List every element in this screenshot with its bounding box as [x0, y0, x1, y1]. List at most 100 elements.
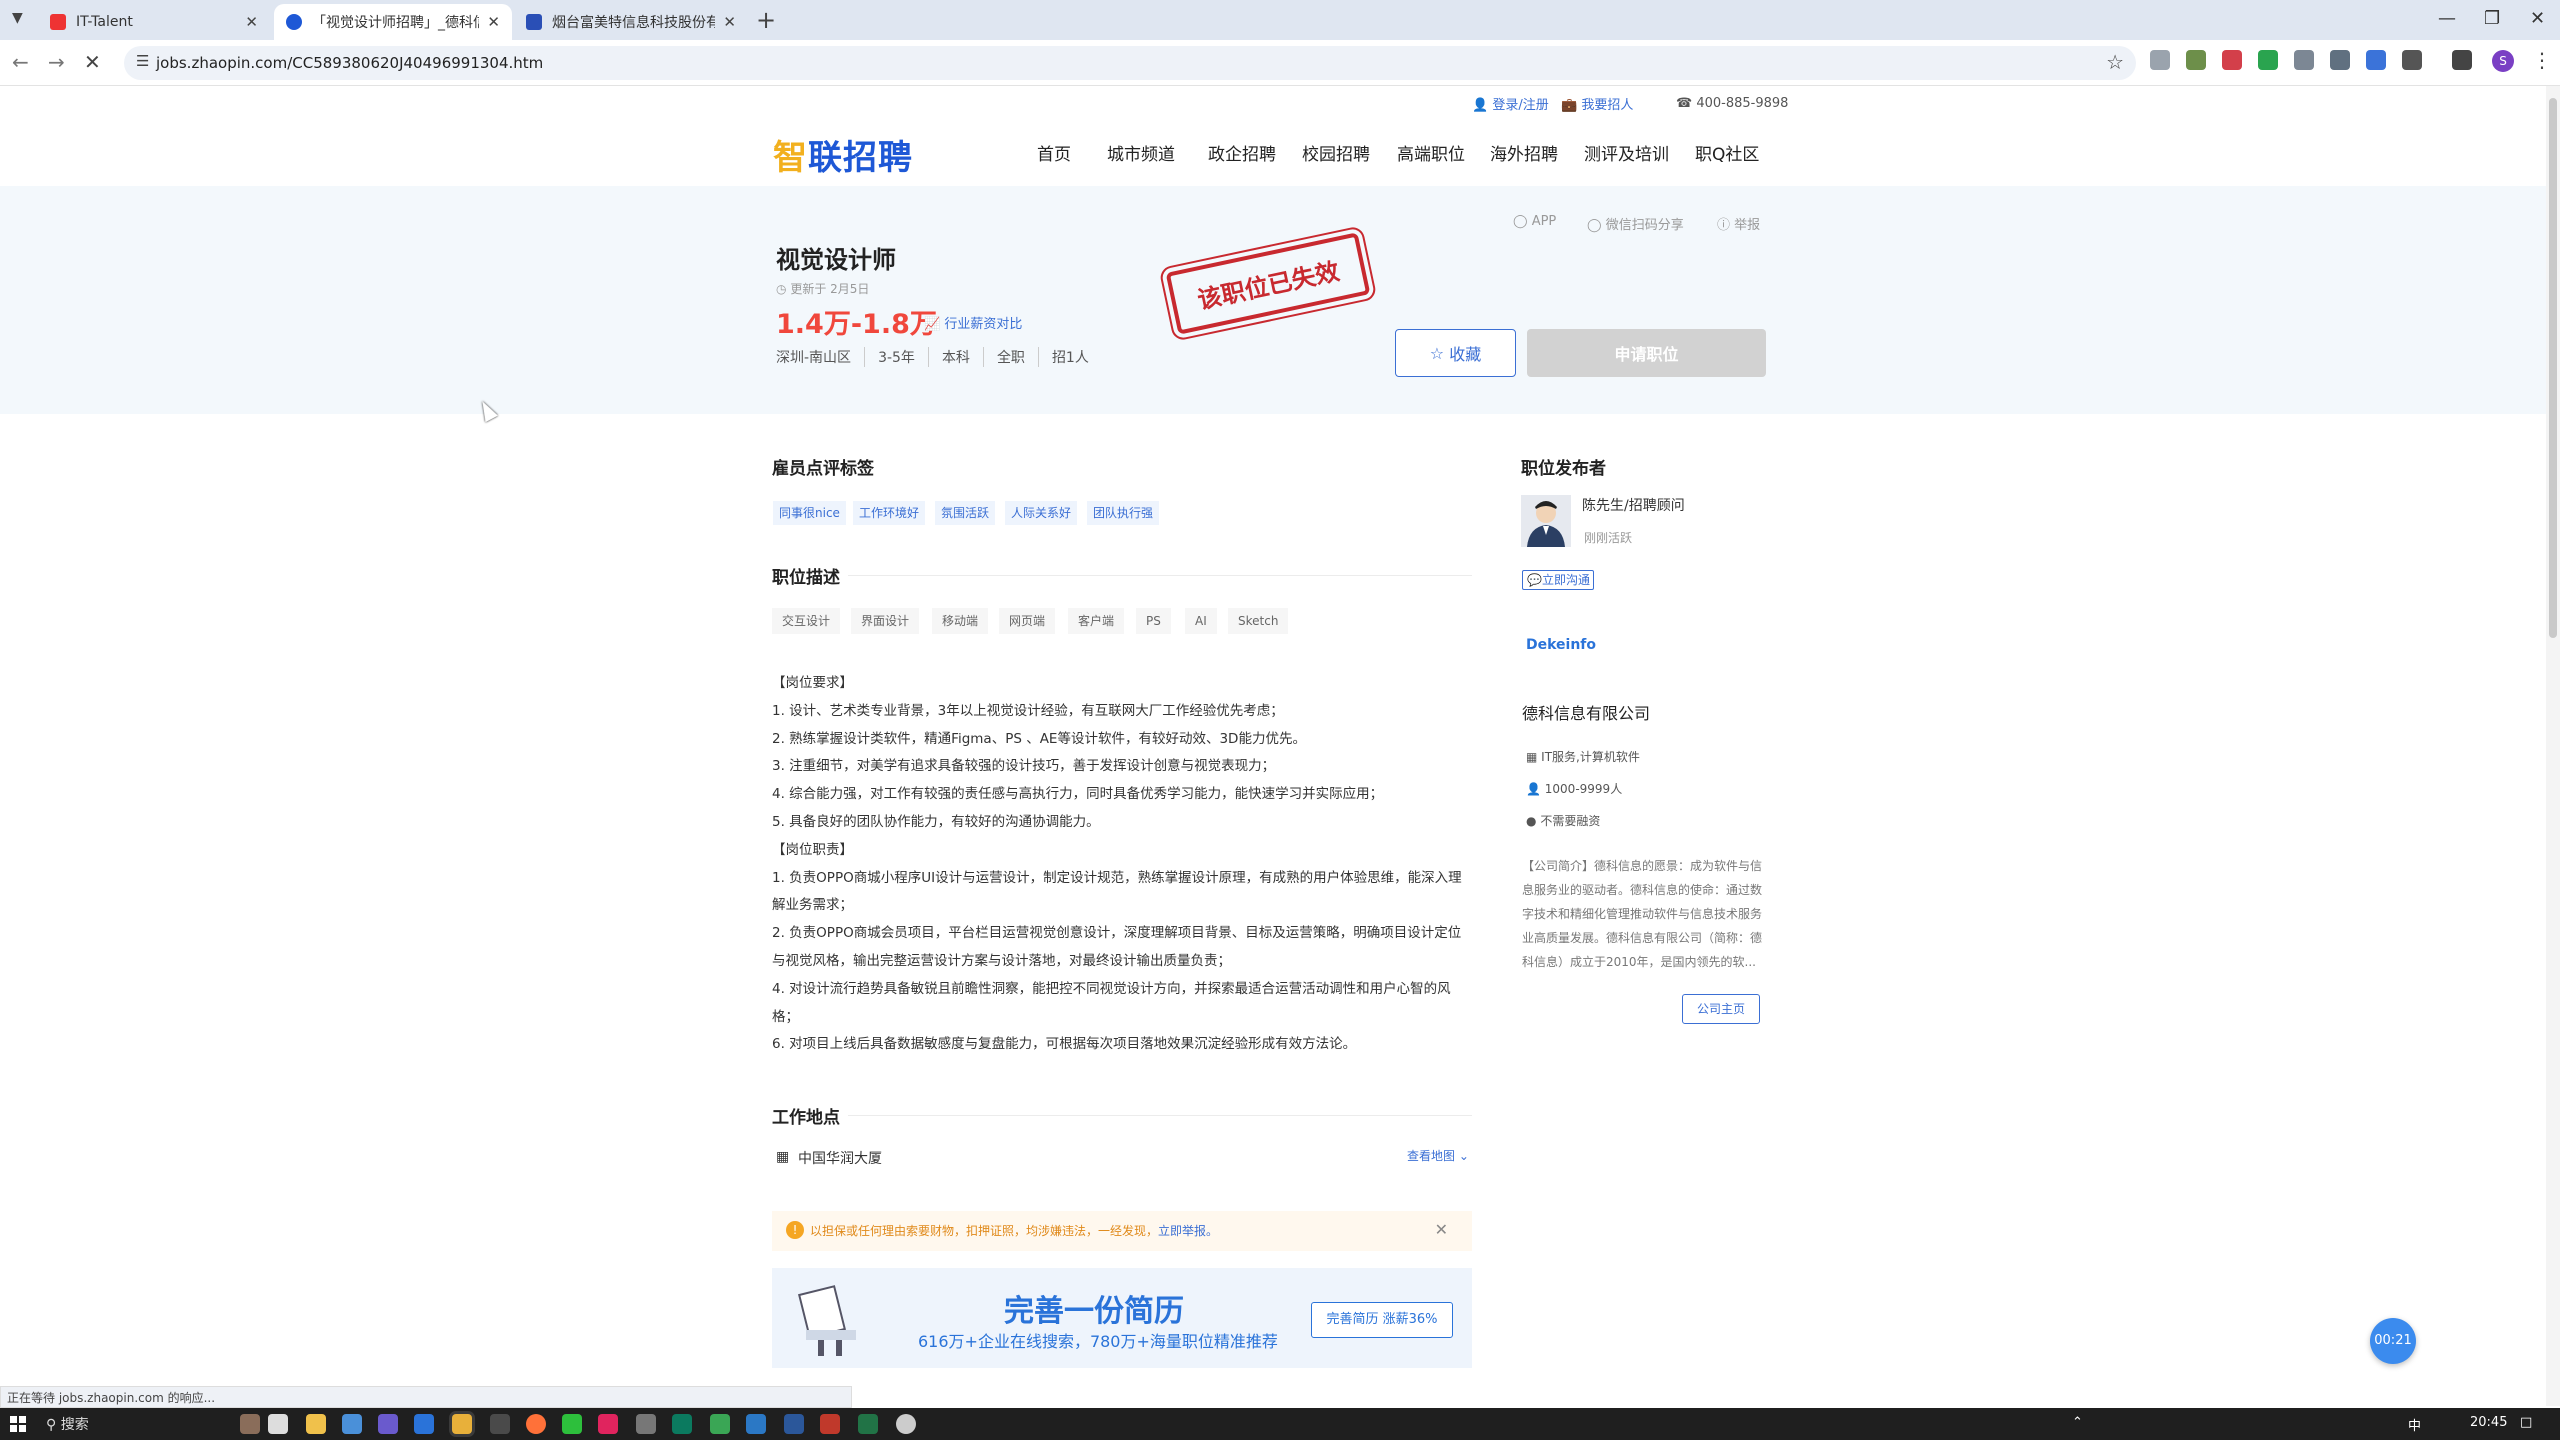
- taskbar-app-icon[interactable]: [378, 1414, 398, 1434]
- nav-senior[interactable]: 高端职位: [1397, 140, 1465, 165]
- taskbar-app-icon[interactable]: [598, 1414, 618, 1434]
- ime-indicator[interactable]: 中: [2408, 1415, 2421, 1434]
- nav-city[interactable]: 城市频道: [1107, 140, 1175, 165]
- taskbar-app-icon[interactable]: [820, 1414, 840, 1434]
- scrollbar-thumb[interactable]: [2549, 98, 2557, 638]
- company-name[interactable]: 德科信息有限公司: [1522, 700, 1650, 724]
- wechat-share-link[interactable]: ◯ 微信扫码分享: [1587, 214, 1684, 233]
- company-logo[interactable]: Dekeinfo: [1526, 637, 1596, 653]
- forward-icon[interactable]: →: [48, 50, 65, 74]
- close-warning-icon[interactable]: ✕: [1435, 1220, 1448, 1239]
- skill-tag: PS: [1136, 608, 1171, 634]
- close-window-icon[interactable]: ✕: [2530, 8, 2545, 29]
- file-explorer-icon[interactable]: [306, 1414, 326, 1434]
- app-label: APP: [1531, 214, 1557, 229]
- skill-tag: Sketch: [1228, 608, 1289, 634]
- view-map-link[interactable]: 查看地图 ⌄: [1407, 1147, 1469, 1164]
- taskbar-app-icon[interactable]: [342, 1414, 362, 1434]
- skill-tag: 界面设计: [851, 608, 920, 634]
- favorite-button[interactable]: ☆ 收藏: [1395, 329, 1516, 377]
- tab-search-icon[interactable]: ▼: [12, 10, 23, 26]
- shield-extension-icon[interactable]: [2222, 50, 2242, 70]
- compare-label: 行业薪资对比: [944, 317, 1023, 332]
- settings-gear-icon[interactable]: [490, 1414, 510, 1434]
- address-bar: ← → ✕ ☰ jobs.zhaopin.com/CC589380620J404…: [0, 40, 2560, 86]
- tray-expand-icon[interactable]: ⌃: [2072, 1415, 2083, 1430]
- close-tab-icon[interactable]: ✕: [723, 13, 736, 31]
- desc-line: 4. 综合能力强，对工作有较强的责任感与高执行力，同时具备优秀学习能力，能快速学…: [772, 786, 1384, 803]
- recruiter-section-title: 职位发布者: [1521, 459, 1606, 479]
- bookmark-star-icon[interactable]: ☆: [2106, 50, 2124, 74]
- wechat-icon[interactable]: [562, 1414, 582, 1434]
- green-extension-icon[interactable]: [2258, 50, 2278, 70]
- desc-line: 2. 负责OPPO商城会员项目，平台栏目运营视觉创意设计，深度理解项目背景、目标…: [772, 925, 1462, 969]
- nav-overseas[interactable]: 海外招聘: [1490, 140, 1558, 165]
- nav-gov[interactable]: 政企招聘: [1208, 140, 1276, 165]
- browser-tab-zhaopin[interactable]: 「视觉设计师招聘」_德科信息 ✕: [274, 4, 512, 40]
- nav-campus[interactable]: 校园招聘: [1302, 140, 1370, 165]
- work-address: 中国华润大厦: [798, 1151, 882, 1167]
- site-info-icon[interactable]: ☰: [136, 52, 149, 70]
- taskbar-app-icon[interactable]: [268, 1414, 288, 1434]
- browser-tab-it-talent[interactable]: IT-Talent ✕: [38, 4, 270, 40]
- back-icon[interactable]: ←: [12, 50, 29, 74]
- windows-start-icon[interactable]: [10, 1416, 26, 1432]
- taskbar-app-icon[interactable]: [672, 1414, 692, 1434]
- complete-resume-button[interactable]: 完善简历 涨薪36%: [1311, 1302, 1453, 1338]
- app-link[interactable]: ◯ APP: [1513, 214, 1556, 229]
- camera-extension-icon[interactable]: [2150, 50, 2170, 70]
- copy-extension-icon[interactable]: [2294, 50, 2314, 70]
- filter-extension-icon[interactable]: [2330, 50, 2350, 70]
- nav-home[interactable]: 首页: [1037, 140, 1071, 165]
- close-tab-icon[interactable]: ✕: [487, 13, 500, 31]
- image-extension-icon[interactable]: [2186, 50, 2206, 70]
- word-icon[interactable]: [784, 1414, 804, 1434]
- report-now-link[interactable]: 立即举报。: [1158, 1222, 1218, 1239]
- browser-menu-icon[interactable]: ⋮: [2532, 48, 2552, 72]
- extensions-puzzle-icon[interactable]: [2402, 50, 2422, 70]
- restore-icon[interactable]: ❐: [2484, 8, 2500, 29]
- report-link[interactable]: ⓘ 举报: [1717, 214, 1760, 233]
- phone-icon: ☎: [1676, 96, 1693, 111]
- stop-loading-icon[interactable]: ✕: [84, 50, 101, 74]
- description-title: 职位描述: [772, 568, 840, 588]
- chrome-icon[interactable]: [452, 1414, 472, 1434]
- company-homepage-button[interactable]: 公司主页: [1682, 994, 1760, 1024]
- new-tab-icon[interactable]: +: [756, 6, 776, 34]
- minimize-icon[interactable]: —: [2438, 8, 2456, 29]
- nav-training[interactable]: 测评及培训: [1584, 140, 1669, 165]
- side-panel-icon[interactable]: [2452, 50, 2472, 70]
- translate-extension-icon[interactable]: [2366, 50, 2386, 70]
- desc-line: 【岗位职责】: [772, 841, 853, 858]
- hire-link[interactable]: 💼 我要招人: [1561, 94, 1633, 113]
- taskbar-app-icon[interactable]: [710, 1414, 730, 1434]
- industry-text: IT服务,计算机软件: [1541, 750, 1640, 764]
- salary-compare-link[interactable]: 📈 行业薪资对比: [924, 313, 1022, 332]
- taskbar-app-icon[interactable]: [896, 1414, 916, 1434]
- apply-button[interactable]: 申请职位: [1527, 329, 1766, 377]
- taskbar-app-icon[interactable]: [414, 1414, 434, 1434]
- url-field[interactable]: ☰ jobs.zhaopin.com/CC589380620J404969913…: [124, 46, 2136, 80]
- chat-now-button[interactable]: 💬立即沟通: [1522, 570, 1594, 590]
- taskbar-app-icon[interactable]: [746, 1414, 766, 1434]
- profile-avatar[interactable]: S: [2492, 50, 2514, 72]
- taskbar-search[interactable]: ⚲ 搜索: [46, 1414, 89, 1434]
- favorite-label: 收藏: [1449, 345, 1482, 364]
- clock[interactable]: 20:45: [2470, 1415, 2507, 1430]
- floating-timer[interactable]: 00:21: [2370, 1318, 2416, 1364]
- report-icon: ⓘ: [1717, 218, 1731, 233]
- zhaopin-logo[interactable]: 智联招聘: [773, 130, 913, 179]
- login-link[interactable]: 👤 登录/注册: [1472, 94, 1549, 113]
- firefox-icon[interactable]: [526, 1414, 546, 1434]
- taskbar-app-icon[interactable]: [240, 1414, 260, 1434]
- job-experience: 3-5年: [864, 347, 928, 367]
- company-industry: ▦ IT服务,计算机软件: [1526, 748, 1640, 765]
- notification-icon[interactable]: □: [2520, 1415, 2532, 1430]
- close-tab-icon[interactable]: ✕: [245, 13, 258, 31]
- taskbar-app-icon[interactable]: [636, 1414, 656, 1434]
- hotline-number: 400-885-9898: [1696, 96, 1789, 111]
- windows-taskbar: ⚲ 搜索 ⌃ 中 20:45 □: [0, 1408, 2560, 1440]
- excel-icon[interactable]: [858, 1414, 878, 1434]
- nav-community[interactable]: 职Q社区: [1695, 140, 1759, 165]
- browser-tab-company[interactable]: 烟台富美特信息科技股份有限公 ✕: [514, 4, 748, 40]
